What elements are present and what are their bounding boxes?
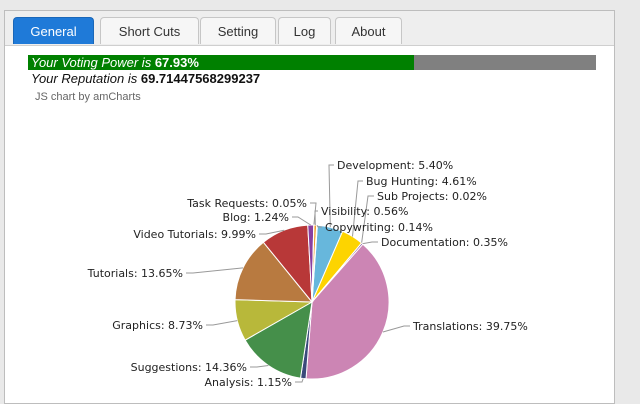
leader-line-visibility bbox=[314, 210, 318, 226]
leader-line-tutorials bbox=[186, 267, 244, 274]
pie-label-sub-projects: Sub Projects: 0.02% bbox=[377, 190, 487, 203]
pie-label-suggestions: Suggestions: 14.36% bbox=[131, 361, 247, 374]
pie-label-bug-hunting: Bug Hunting: 4.61% bbox=[366, 175, 477, 188]
leader-line-graphics bbox=[206, 320, 238, 326]
leader-line-translations bbox=[382, 325, 410, 333]
leader-line-analysis bbox=[295, 378, 304, 383]
leader-line-suggestions bbox=[250, 365, 269, 368]
leader-line-sub-projects bbox=[361, 195, 374, 244]
pie-label-analysis: Analysis: 1.15% bbox=[205, 376, 292, 389]
pie-label-tutorials: Tutorials: 13.65% bbox=[87, 267, 183, 280]
pie-chart: Development: 5.40% Bug Hunting: 4.61% Sub … bbox=[87, 159, 528, 389]
leader-line-blog bbox=[292, 216, 311, 226]
pie-label-development: Development: 5.40% bbox=[337, 159, 453, 172]
pie-label-translations: Translations: 39.75% bbox=[412, 320, 528, 333]
pie-label-graphics: Graphics: 8.73% bbox=[112, 319, 203, 332]
pie-label-documentation: Documentation: 0.35% bbox=[381, 236, 508, 249]
leader-line-documentation bbox=[362, 241, 378, 245]
pie-label-task-requests: Task Requests: 0.05% bbox=[186, 197, 307, 210]
pie-label-visibility: Visibility: 0.56% bbox=[321, 205, 408, 218]
pie-label-copywriting: Copywriting: 0.14% bbox=[325, 221, 433, 234]
pie-label-blog: Blog: 1.24% bbox=[223, 211, 289, 224]
pie-label-video-tutorials: Video Tutorials: 9.99% bbox=[133, 228, 256, 241]
